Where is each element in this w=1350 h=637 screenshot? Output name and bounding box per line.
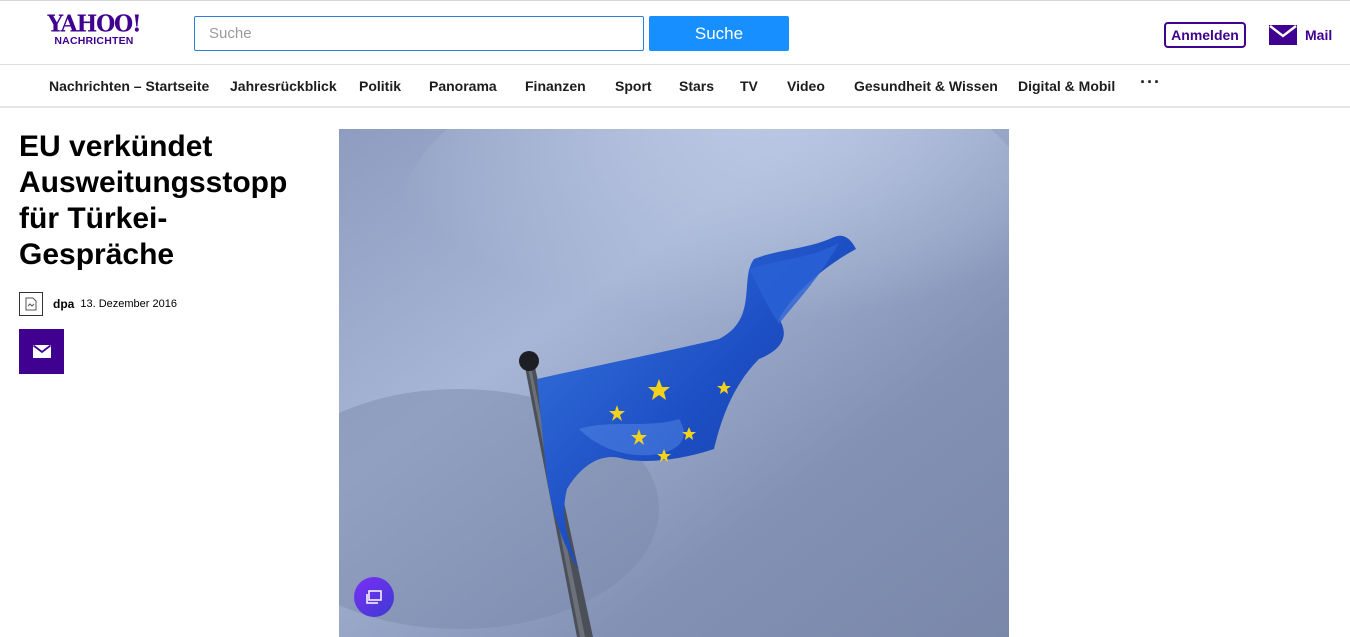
eu-flag-photo	[339, 129, 1009, 637]
login-button[interactable]: Anmelden	[1164, 22, 1246, 48]
yahoo-nachrichten-logo[interactable]: YAHOO! NACHRICHTEN	[46, 10, 142, 51]
share-mail-icon	[32, 345, 51, 358]
article-date: 13. Dezember 2016	[80, 298, 177, 310]
nav-item-video[interactable]: Video	[787, 78, 825, 94]
nav-item-digital-mobil[interactable]: Digital & Mobil	[1018, 78, 1115, 94]
nav-item-jahresrueckblick[interactable]: Jahresrückblick	[230, 78, 337, 94]
site-header: YAHOO! NACHRICHTEN Suche Anmelden Mail	[0, 0, 1350, 65]
nav-item-panorama[interactable]: Panorama	[429, 78, 497, 94]
article-title: EU verkündet Ausweitungsstopp für Türkei…	[19, 130, 288, 271]
mail-link[interactable]: Mail	[1269, 23, 1332, 47]
nav-item-stars[interactable]: Stars	[679, 78, 714, 94]
search-input[interactable]	[194, 16, 644, 51]
share-mail-button[interactable]	[19, 329, 64, 374]
gallery-button[interactable]	[354, 577, 394, 617]
main-navigation: Nachrichten – Startseite Jahresrückblick…	[0, 66, 1350, 108]
mail-envelope-icon	[1269, 25, 1297, 45]
gallery-icon	[366, 590, 382, 604]
nav-item-finanzen[interactable]: Finanzen	[525, 78, 586, 94]
source-logo-icon	[19, 292, 43, 316]
nav-item-gesundheit-wissen[interactable]: Gesundheit & Wissen	[854, 78, 998, 94]
article-hero-image[interactable]	[339, 129, 1009, 637]
nav-item-politik[interactable]: Politik	[359, 78, 401, 94]
article-source[interactable]: dpa	[53, 297, 74, 311]
article-byline: dpa 13. Dezember 2016	[19, 292, 177, 316]
logo-main-text: YAHOO!	[47, 10, 142, 38]
nav-item-nachrichten-startseite[interactable]: Nachrichten – Startseite	[49, 78, 209, 94]
nav-more-button[interactable]: ···	[1140, 72, 1161, 93]
search-button[interactable]: Suche	[649, 16, 789, 51]
mail-label: Mail	[1305, 27, 1333, 43]
nav-item-tv[interactable]: TV	[740, 78, 758, 94]
nav-item-sport[interactable]: Sport	[615, 78, 652, 94]
